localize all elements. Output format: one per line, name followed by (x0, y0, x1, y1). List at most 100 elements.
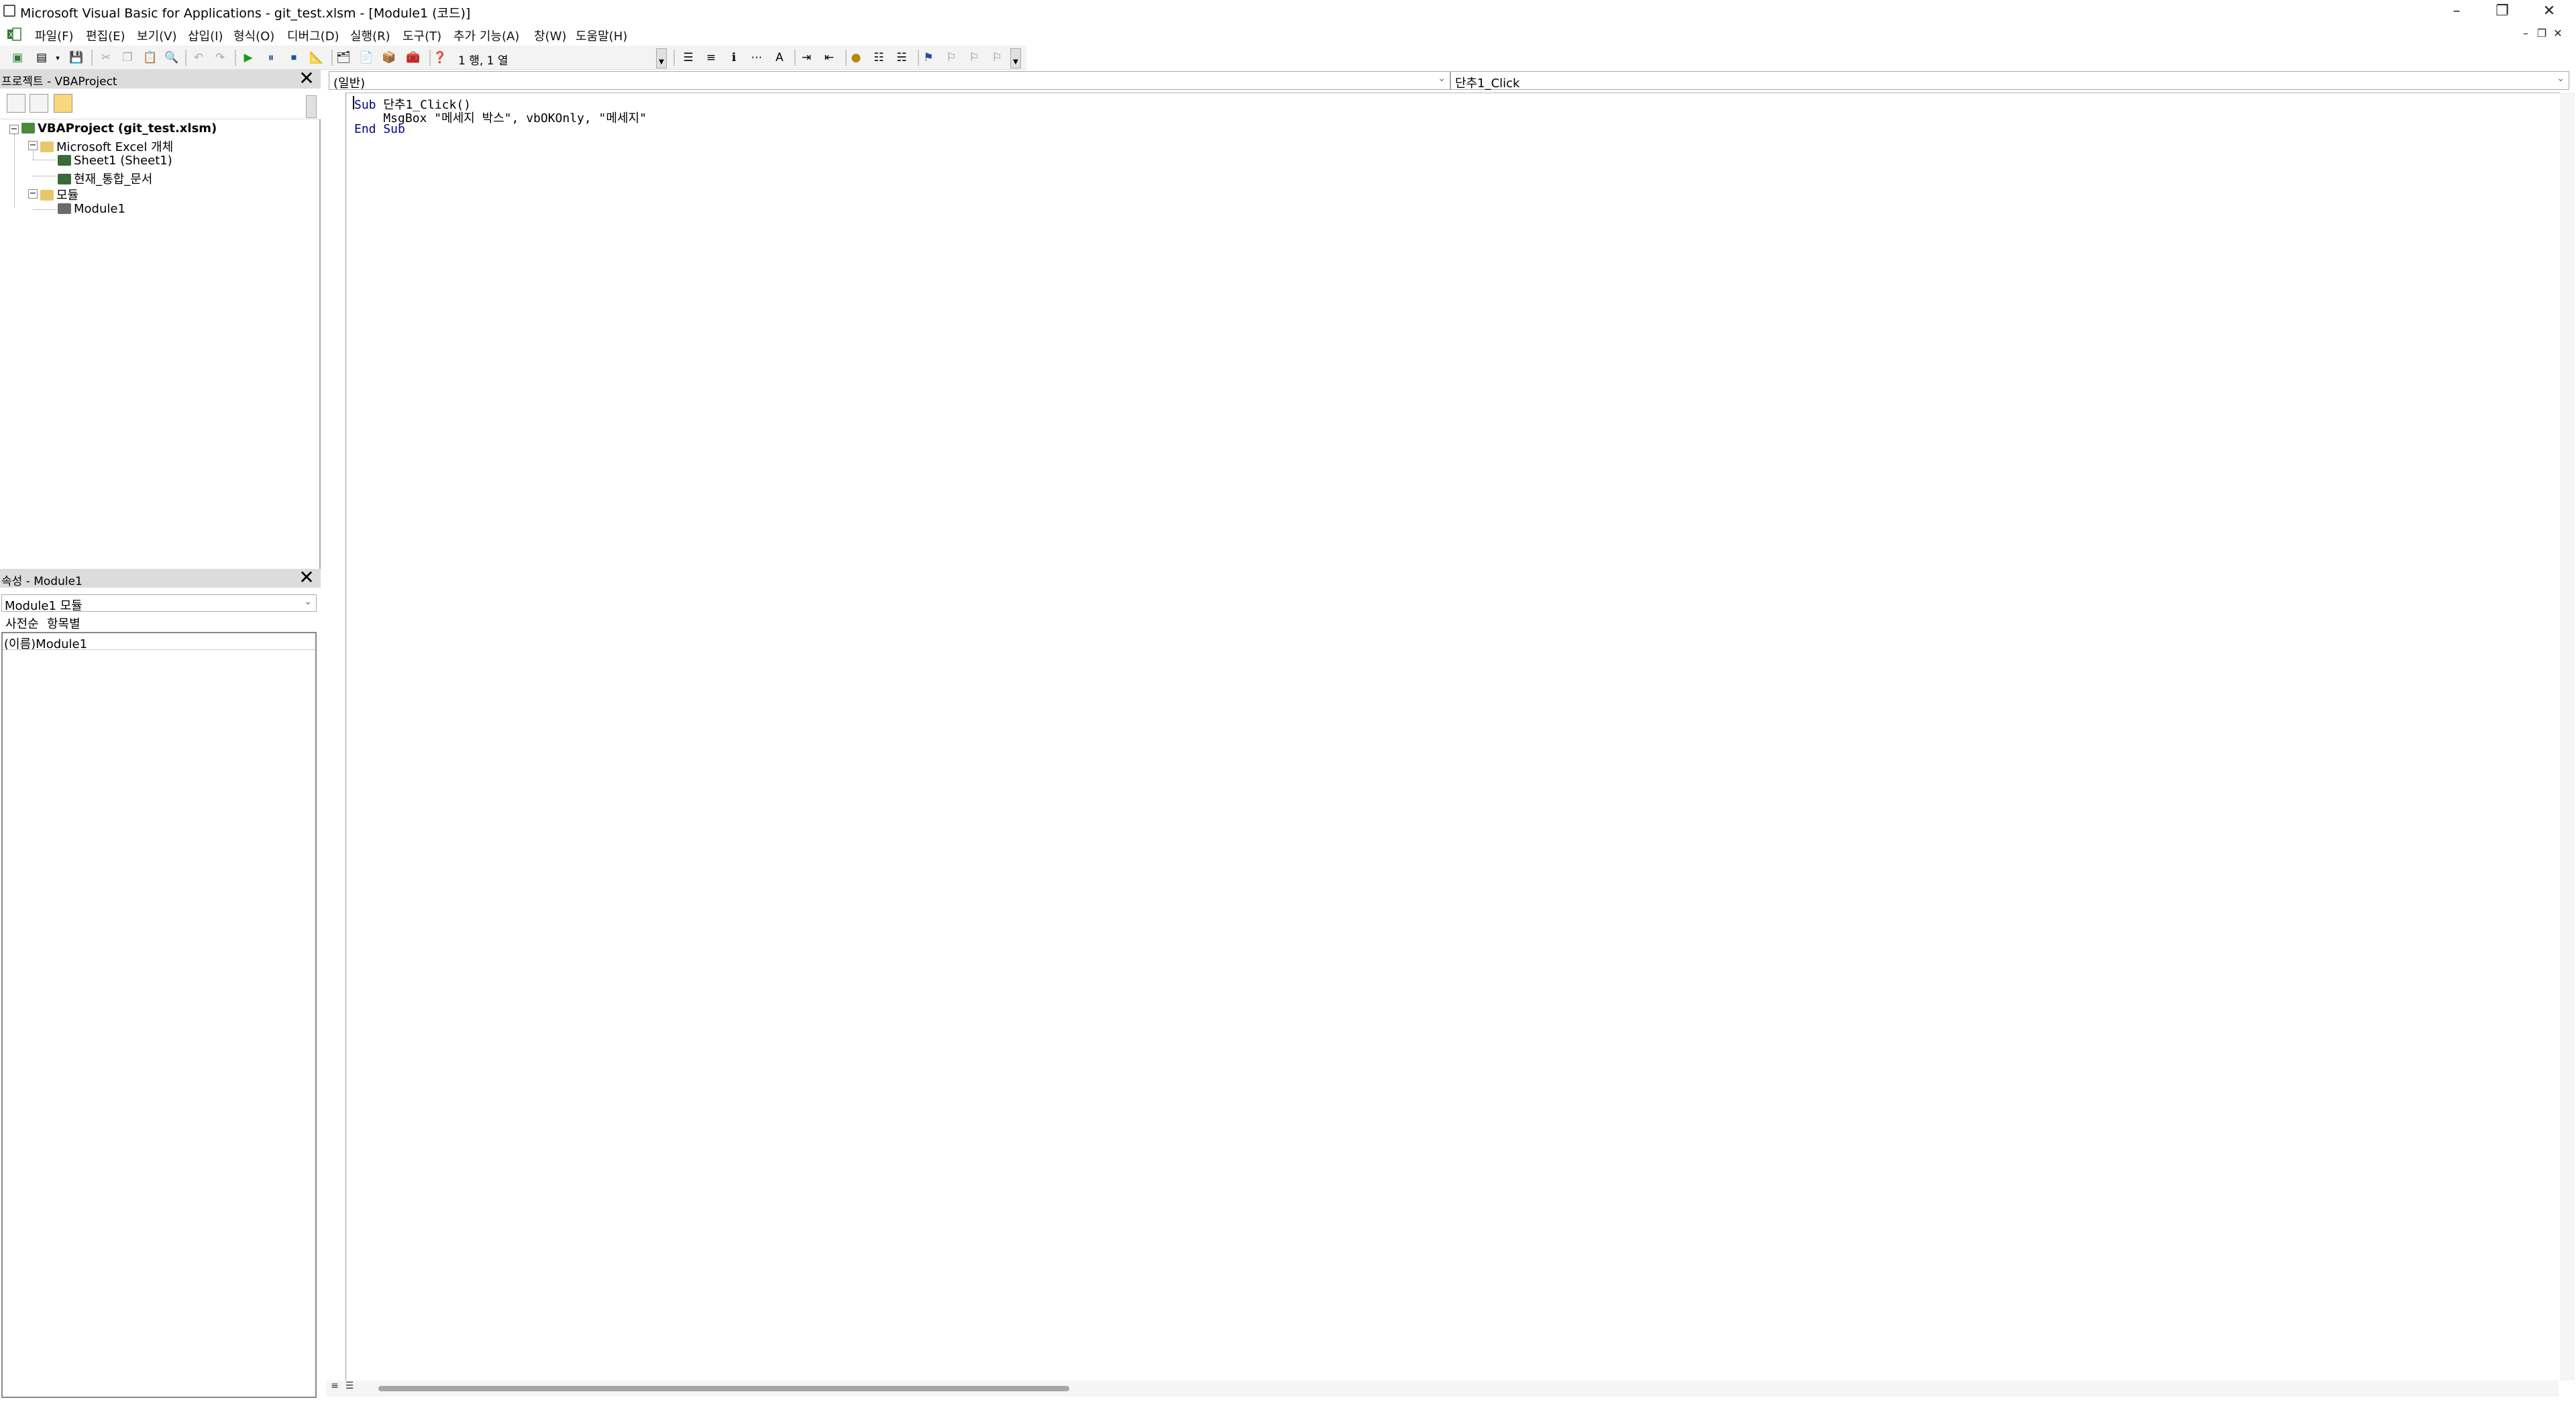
tree-item-modules[interactable]: 모듈 (40, 186, 78, 203)
margin-indicator-bar[interactable] (326, 93, 346, 1381)
clear-bookmarks-icon[interactable]: ⚐ (989, 50, 1005, 66)
properties-window-icon[interactable]: 📄 (358, 50, 374, 66)
view-excel-icon[interactable]: ▣ (9, 50, 25, 66)
run-icon[interactable]: ▶ (240, 50, 256, 66)
menu-edit[interactable]: 편집(E) (86, 27, 125, 44)
menu-run[interactable]: 실행(R) (350, 27, 390, 44)
tab-alphabetic[interactable]: 사전순 (5, 614, 39, 632)
tree-item-excel-objects[interactable]: Microsoft Excel 개체 (40, 138, 173, 155)
horizontal-scroll-thumb[interactable] (378, 1386, 1069, 1391)
help-icon[interactable]: ❓ (432, 50, 448, 66)
toggle-folders-button[interactable] (54, 94, 72, 113)
close-button[interactable]: ✕ (2529, 0, 2569, 23)
mdi-minimize-button[interactable]: – (2518, 27, 2533, 40)
minimize-button[interactable]: – (2436, 0, 2477, 23)
menu-debug[interactable]: 디버그(D) (287, 27, 339, 44)
toolbar-separator (794, 50, 796, 66)
reset-icon[interactable]: ⏹ (286, 50, 302, 66)
worksheet-icon (58, 155, 71, 166)
svg-text:X: X (9, 32, 13, 39)
toolbar-options-icon[interactable]: ▼ (1010, 48, 1021, 68)
folder-icon (40, 142, 54, 152)
toolbox-icon[interactable]: 🧰 (405, 50, 421, 66)
toolbar-options-icon[interactable]: ▼ (656, 48, 667, 68)
toolbar-separator (674, 50, 675, 66)
chevron-down-icon: ⌄ (304, 596, 312, 607)
window-title: Microsoft Visual Basic for Applications … (20, 6, 471, 21)
vertical-scrollbar[interactable] (2560, 93, 2575, 1381)
procedure-combo[interactable]: 단추1_Click ⌄ (1450, 71, 2569, 91)
text-cursor (353, 96, 354, 109)
undo-icon[interactable]: ↶ (191, 50, 207, 66)
list-properties-icon[interactable]: ☰ (680, 50, 696, 66)
toggle-breakpoint-icon[interactable]: ● (848, 50, 864, 66)
mdi-restore-button[interactable]: ❐ (2534, 27, 2549, 40)
list-constants-icon[interactable]: ≡ (703, 50, 719, 66)
properties-tabs: 사전순 항목별 (0, 613, 321, 632)
folder-icon (40, 190, 54, 201)
tree-item-vbaproject[interactable]: VBAProject (git_test.xlsm) (21, 121, 217, 136)
menu-window[interactable]: 창(W) (534, 27, 566, 44)
uncomment-block-icon[interactable]: ☵ (894, 50, 910, 66)
previous-bookmark-icon[interactable]: ⚐ (966, 50, 982, 66)
collapse-toggle[interactable]: − (28, 141, 38, 150)
next-bookmark-icon[interactable]: ⚐ (943, 50, 959, 66)
properties-grid: (이름)Module1 (1, 632, 317, 1398)
find-icon[interactable]: 🔍 (164, 50, 180, 66)
redo-icon[interactable]: ↷ (212, 50, 228, 66)
collapse-toggle[interactable]: − (9, 125, 19, 134)
object-combo[interactable]: (일반) ⌄ (329, 71, 1450, 91)
toolbar-separator (235, 50, 236, 66)
menu-addins[interactable]: 추가 기능(A) (453, 27, 519, 44)
toolbar-separator (331, 50, 333, 66)
toggle-bookmark-icon[interactable]: ⚑ (920, 50, 936, 66)
chevron-down-icon[interactable]: ▾ (50, 50, 66, 66)
code-line[interactable]: End Sub (354, 122, 405, 136)
copy-icon[interactable]: ❐ (119, 50, 136, 66)
menu-insert[interactable]: 삽입(I) (188, 27, 223, 44)
save-icon[interactable]: 💾 (68, 50, 85, 66)
procedure-view-icon[interactable]: ≡ (329, 1381, 341, 1395)
paste-icon[interactable]: 📋 (142, 50, 158, 66)
comment-block-icon[interactable]: ☷ (871, 50, 887, 66)
project-toolbar-scroll[interactable] (306, 95, 317, 118)
menu-format[interactable]: 형식(O) (233, 27, 274, 44)
tree-item-sheet1[interactable]: Sheet1 (Sheet1) (58, 154, 172, 168)
view-object-button[interactable] (30, 94, 48, 113)
properties-close-icon[interactable]: ✕ (298, 568, 315, 587)
menu-tools[interactable]: 도구(T) (402, 27, 441, 44)
tree-item-thisworkbook[interactable]: 현재_통합_문서 (58, 170, 152, 187)
object-selector[interactable]: Module1 모듈 ⌄ (1, 594, 317, 613)
quick-info-icon[interactable]: ℹ (726, 50, 742, 66)
title-bar: Microsoft Visual Basic for Applications … (0, 0, 2576, 23)
complete-word-icon[interactable]: A (771, 50, 788, 66)
code-editor[interactable]: Sub 단추1_Click() MsgBox "메세지 박스", vbOKOnl… (326, 93, 2567, 1381)
project-close-icon[interactable]: ✕ (298, 69, 315, 88)
tree-item-module1[interactable]: Module1 (58, 202, 125, 216)
view-code-button[interactable] (7, 94, 25, 113)
toolbar-separator (845, 50, 847, 66)
menu-view[interactable]: 보기(V) (137, 27, 176, 44)
insert-userform-icon[interactable]: ▤ (34, 50, 50, 66)
excel-icon[interactable]: X (7, 28, 21, 41)
properties-header: 속성 - Module1 ✕ (0, 568, 321, 588)
design-mode-icon[interactable]: 📐 (309, 50, 325, 66)
collapse-toggle[interactable]: − (28, 189, 38, 199)
full-module-view-icon[interactable]: ☰ (343, 1381, 356, 1395)
tab-categorized[interactable]: 항목별 (47, 614, 80, 632)
toolbar-separator (185, 50, 186, 66)
project-tree: − VBAProject (git_test.xlsm) − Microsoft… (0, 119, 321, 569)
toolbar-separator (918, 50, 919, 66)
object-browser-icon[interactable]: 📦 (381, 50, 397, 66)
indent-icon[interactable]: ⇥ (798, 50, 814, 66)
project-explorer-icon[interactable]: 🗂 (335, 50, 352, 66)
project-explorer-header: 프로젝트 - VBAProject ✕ (0, 69, 321, 89)
parameter-info-icon[interactable]: ⋯ (749, 50, 765, 66)
mdi-close-button[interactable]: ✕ (2551, 27, 2565, 40)
restore-button[interactable]: ❐ (2482, 0, 2522, 23)
cut-icon[interactable]: ✂ (98, 50, 114, 66)
break-icon[interactable]: ⏸ (263, 50, 279, 66)
menu-file[interactable]: 파일(F) (35, 27, 74, 44)
outdent-icon[interactable]: ⇤ (821, 50, 837, 66)
menu-help[interactable]: 도움말(H) (576, 27, 627, 44)
